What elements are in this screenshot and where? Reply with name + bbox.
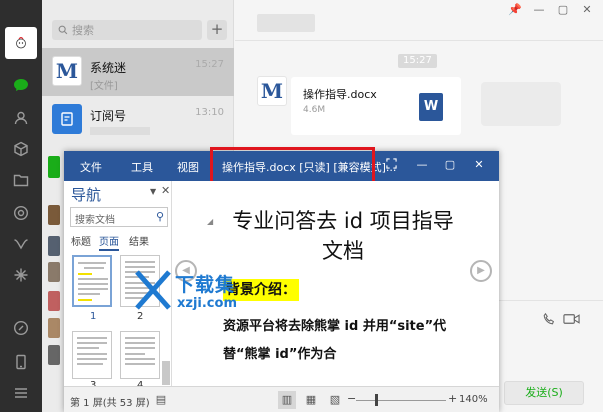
page-setup-icon[interactable]: ▤ [152,391,170,409]
document-search-placeholder: 搜索文档 [75,215,115,226]
search-icon[interactable] [11,265,31,285]
next-page-button[interactable]: ▶ [470,260,492,282]
document-paragraph: 资源平台将去除熊掌 id 并用“site”代替“熊掌 id”作为合 [223,319,447,362]
section-label: 背景介绍： [223,279,299,301]
page-number: 2 [137,311,144,322]
fit-window-icon[interactable] [384,158,398,172]
page-thumbnail[interactable] [120,255,160,307]
document-search-input[interactable]: 搜索文档 ⚲ [70,207,168,227]
chat-thumb [48,236,60,256]
page-thumbnail[interactable] [120,331,160,379]
tab-view[interactable]: 视图 [177,159,199,175]
nav-options-icon[interactable]: ▼ [150,187,156,196]
favorites-icon[interactable] [11,139,31,159]
xitongmi-logo-icon: M [52,56,82,86]
tab-results[interactable]: 结果 [129,233,149,248]
word-titlebar: 文件 工具 视图 操作指导.docx [只读] [兼容模式]... — ▢ ✕ [64,147,499,187]
print-layout-icon[interactable]: ▦ [302,391,320,409]
zoom-slider[interactable] [356,400,446,401]
web-layout-icon[interactable]: ▧ [326,391,344,409]
chat-item-subscriptions[interactable]: 订阅号 13:10 [42,96,234,144]
sender-avatar[interactable]: M [257,76,287,106]
chat-subtitle-blurred [90,127,150,135]
previous-page-button[interactable]: ◀ [175,260,197,282]
search-small-icon [58,25,68,35]
chat-subtitle: [文件] [90,81,118,92]
zoom-slider-handle[interactable] [375,394,378,406]
header-divider [235,40,603,41]
maximize-button[interactable]: ▢ [555,3,571,17]
miniprogram-icon[interactable] [11,234,31,254]
word-file-icon: W [419,93,443,121]
read-mode-icon[interactable]: ▥ [278,391,296,409]
chat-time: 13:10 [195,107,224,118]
page-thumbnail[interactable] [72,255,112,307]
page-indicator: 第 1 屏(共 53 屏) [70,398,150,409]
chat-icon[interactable] [11,75,31,95]
file-name: 操作指导.docx [303,88,377,101]
chat-thumb [48,205,60,225]
search-placeholder: 搜索 [72,24,94,37]
minimize-button[interactable]: — [531,3,547,17]
sidebar-rail [0,0,42,412]
close-button[interactable]: ✕ [579,3,595,17]
chat-thumb [48,345,60,365]
page-thumbnail[interactable] [72,331,112,379]
contacts-icon[interactable] [11,108,31,128]
page-number: 1 [90,311,97,322]
close-button[interactable]: ✕ [472,158,486,172]
minimize-button[interactable]: — [415,158,429,172]
zoom-in-button[interactable]: + [448,392,457,405]
word-viewer-window: 文件 工具 视图 操作指导.docx [只读] [兼容模式]... — ▢ ✕ … [64,147,499,412]
chat-time: 15:27 [195,59,224,70]
chat-thumb [48,318,60,338]
send-button[interactable]: 发送(S) [504,381,584,405]
nav-close-icon[interactable]: ✕ [161,184,170,197]
zoom-level: 140% [459,394,488,405]
nav-scrollbar[interactable] [162,361,170,385]
add-button[interactable]: + [207,20,227,40]
pin-icon[interactable]: 📌 [507,3,523,17]
chat-thumb [48,262,60,282]
voice-call-icon[interactable] [542,312,556,329]
tab-tools[interactable]: 工具 [131,159,153,175]
tab-pages[interactable]: 页面 [99,233,119,251]
file-size: 4.6M [303,105,326,115]
files-icon[interactable] [11,170,31,190]
zoom-out-button[interactable]: − [347,392,356,405]
document-heading: 专业问答去 id 项目指导文档 [232,209,454,263]
moments-icon[interactable] [11,203,31,223]
m-logo-icon: M [260,79,284,103]
video-call-icon[interactable] [563,313,580,328]
subscription-icon [52,104,82,134]
maximize-button[interactable]: ▢ [443,158,457,172]
word-status-bar: 第 1 屏(共 53 屏) ▤ ▥ ▦ ▧ − + 140% [64,386,499,412]
nav-title: 导航 [71,186,102,204]
menu-icon[interactable] [11,383,31,403]
chat-thumb [48,156,60,178]
chat-name: 订阅号 [90,109,127,123]
collapse-heading-icon[interactable]: ◢ [207,217,213,226]
chat-item-xitongmi[interactable]: M 系统迷 [文件] 15:27 [42,48,234,96]
tab-headings[interactable]: 标题 [71,233,91,248]
navigation-pane: 导航 ▼ ✕ 搜索文档 ⚲ 标题 页面 结果 1 2 [64,181,172,391]
user-avatar[interactable] [5,27,37,59]
magnifier-icon[interactable]: ⚲ [156,210,164,223]
file-message-card[interactable]: 操作指导.docx 4.6M W [291,77,461,135]
chat-name: 系统迷 [90,61,127,75]
document-content: ◢ 专业问答去 id 项目指导文档 背景介绍： 资源平台将去除熊掌 id 并用“… [173,181,499,386]
search-input[interactable]: 搜索 [52,20,202,40]
link-icon[interactable] [11,318,31,338]
tab-file[interactable]: 文件 [80,159,102,175]
message-time: 15:27 [398,54,437,68]
blurred-region [481,82,561,126]
avatar-image [13,35,29,51]
phone-icon[interactable] [11,352,31,372]
chat-thumb [48,291,60,311]
conversation-title-blurred [257,14,315,32]
